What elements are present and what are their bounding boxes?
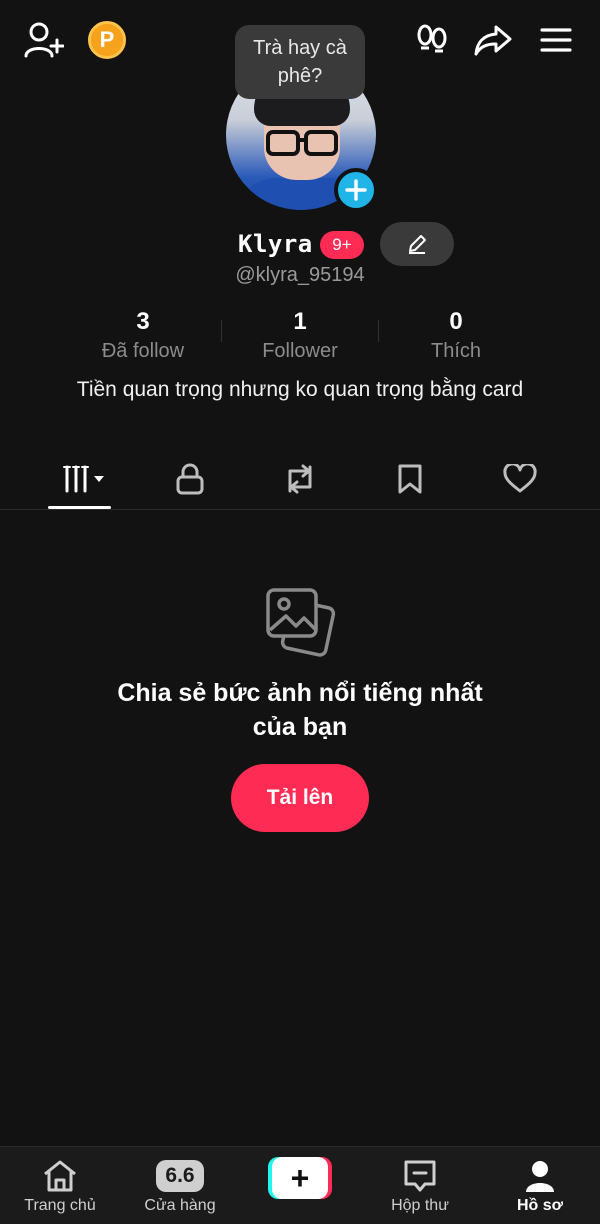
add-avatar-button[interactable] xyxy=(334,168,378,212)
nav-profile-label: Hồ sơ xyxy=(516,1197,564,1214)
pencil-icon xyxy=(409,235,426,254)
tab-private[interactable] xyxy=(135,450,245,508)
plus-icon xyxy=(345,179,367,201)
notification-badge[interactable]: 9+ xyxy=(320,231,364,259)
edit-profile-button[interactable] xyxy=(380,222,454,266)
empty-state-title: Chia sẻ bức ảnh nổi tiếng nhất của bạn xyxy=(117,679,483,741)
nav-inbox[interactable]: Hộp thư xyxy=(360,1147,480,1224)
stat-followers-label: Follower xyxy=(262,340,338,362)
coin-icon[interactable]: P xyxy=(87,20,127,60)
footprints-icon[interactable] xyxy=(412,20,452,60)
stat-following-label: Đã follow xyxy=(101,340,185,362)
stat-following-value: 3 xyxy=(136,308,150,335)
nav-inbox-label: Hộp thư xyxy=(391,1197,449,1214)
upload-button[interactable]: Tải lên xyxy=(231,764,369,832)
profile-icon xyxy=(480,1157,600,1195)
nav-shop-label: Cửa hàng xyxy=(144,1197,216,1214)
coin-letter: P xyxy=(88,21,126,59)
stat-following[interactable]: 3 Đã follow xyxy=(63,306,223,364)
repost-icon xyxy=(288,464,312,494)
stats-row: 3 Đã follow 1 Follower 0 Thích xyxy=(0,306,600,366)
photos-icon xyxy=(266,588,336,657)
tab-liked[interactable] xyxy=(465,450,575,508)
create-button[interactable]: + xyxy=(268,1157,332,1199)
inbox-icon xyxy=(360,1157,480,1195)
stat-likes-label: Thích xyxy=(430,340,482,362)
nav-home[interactable]: Trang chủ xyxy=(0,1147,120,1224)
tab-reposts[interactable] xyxy=(245,450,355,508)
grid-icon xyxy=(63,465,104,493)
stat-likes[interactable]: 0 Thích xyxy=(376,306,536,364)
add-friend-icon[interactable] xyxy=(22,20,66,60)
tab-saved[interactable] xyxy=(355,450,465,508)
bottom-nav: Trang chủ 6.6 Cửa hàng + Hộp thư Hồ sơ xyxy=(0,1146,600,1224)
avatar-glasses xyxy=(266,130,338,156)
name-row: Klyra 9+ xyxy=(0,222,600,268)
nav-profile[interactable]: Hồ sơ xyxy=(480,1147,600,1224)
create-plus-icon: + xyxy=(272,1157,328,1199)
share-icon[interactable] xyxy=(472,20,514,60)
display-name: Klyra xyxy=(238,230,313,258)
bookmark-icon xyxy=(398,464,422,494)
tab-videos[interactable] xyxy=(30,450,140,508)
stat-followers[interactable]: 1 Follower xyxy=(220,306,380,364)
home-icon xyxy=(0,1157,120,1195)
nav-shop[interactable]: 6.6 Cửa hàng xyxy=(120,1147,240,1224)
heart-icon xyxy=(503,464,537,493)
content-tabs xyxy=(0,450,600,510)
stat-followers-value: 1 xyxy=(293,308,307,335)
username: @klyra_95194 xyxy=(235,264,365,286)
stat-likes-value: 0 xyxy=(449,308,463,335)
shop-icon: 6.6 xyxy=(120,1157,240,1195)
menu-icon[interactable] xyxy=(536,22,576,58)
note-bubble[interactable]: Trà hay cà phê? xyxy=(235,25,365,99)
bio: Tiền quan trọng nhưng ko quan trọng bằng… xyxy=(76,378,524,401)
nav-home-label: Trang chủ xyxy=(24,1197,96,1214)
lock-icon xyxy=(176,463,204,495)
active-tab-indicator xyxy=(48,506,111,509)
shop-badge: 6.6 xyxy=(156,1160,204,1192)
